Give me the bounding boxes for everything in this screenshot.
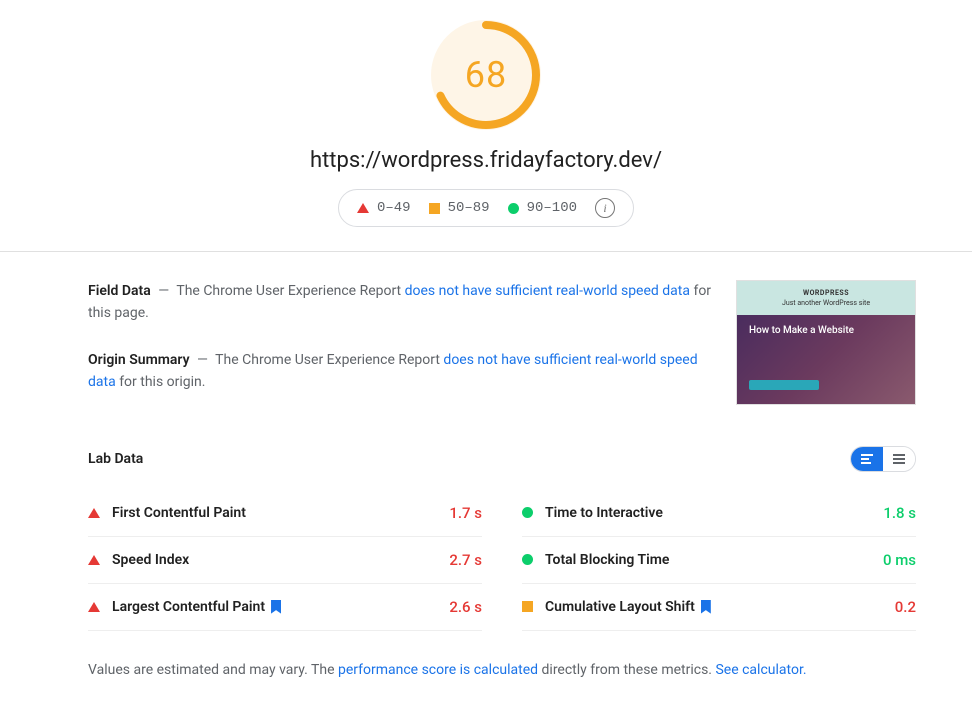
footnote-link-calc[interactable]: performance score is calculated xyxy=(338,662,538,678)
metric-value: 1.7 s xyxy=(449,504,482,522)
field-data-block: Field Data — The Chrome User Experience … xyxy=(88,280,712,325)
metric-row[interactable]: Cumulative Layout Shift 0.2 xyxy=(522,584,916,631)
metric-row[interactable]: Total Blocking Time 0 ms xyxy=(522,537,916,584)
metric-row[interactable]: Time to Interactive 1.8 s xyxy=(522,490,916,537)
thumb-tagline: Just another WordPress site xyxy=(782,299,870,307)
field-data-pre: The Chrome User Experience Report xyxy=(176,283,404,299)
metric-name: First Contentful Paint xyxy=(112,505,437,521)
lab-data-title: Lab Data xyxy=(88,451,143,467)
legend-red: 0–49 xyxy=(357,200,411,216)
bookmark-icon xyxy=(271,600,281,614)
score-header: 68 https://wordpress.fridayfactory.dev/ … xyxy=(0,0,972,252)
circle-green-icon xyxy=(508,203,519,214)
footnote: Values are estimated and may vary. The p… xyxy=(36,651,936,701)
metric-name: Speed Index xyxy=(112,552,437,568)
score-value: 68 xyxy=(431,20,541,130)
view-toggle xyxy=(850,446,916,472)
metric-value: 1.8 s xyxy=(883,504,916,522)
metric-name: Cumulative Layout Shift xyxy=(545,599,883,615)
square-orange-icon xyxy=(429,203,440,214)
view-toggle-list[interactable] xyxy=(883,447,915,471)
origin-summary-block: Origin Summary — The Chrome User Experie… xyxy=(88,349,712,394)
legend-green: 90–100 xyxy=(508,200,577,216)
origin-summary-pre: The Chrome User Experience Report xyxy=(215,352,443,368)
square-orange-icon xyxy=(522,601,533,612)
origin-summary-post: for this origin. xyxy=(116,374,206,390)
metric-name: Time to Interactive xyxy=(545,505,871,521)
thumb-cta-button xyxy=(749,380,819,390)
field-data-link[interactable]: does not have sufficient real-world spee… xyxy=(405,283,690,299)
view-toggle-detail[interactable] xyxy=(851,447,883,471)
metric-value: 0.2 xyxy=(895,598,916,616)
info-icon[interactable]: i xyxy=(595,198,615,218)
metric-name: Total Blocking Time xyxy=(545,552,871,568)
bars-varied-icon xyxy=(861,454,873,464)
legend-red-label: 0–49 xyxy=(377,200,411,216)
metric-row[interactable]: First Contentful Paint 1.7 s xyxy=(88,490,482,537)
score-legend: 0–49 50–89 90–100 i xyxy=(338,189,634,227)
triangle-red-icon xyxy=(357,203,369,213)
triangle-red-icon xyxy=(88,602,100,612)
page-thumbnail: WORDPRESS Just another WordPress site Ho… xyxy=(736,280,916,405)
legend-green-label: 90–100 xyxy=(527,200,577,216)
circle-green-icon xyxy=(522,507,533,518)
legend-orange-label: 50–89 xyxy=(448,200,490,216)
metric-row[interactable]: Speed Index 2.7 s xyxy=(88,537,482,584)
metric-name: Largest Contentful Paint xyxy=(112,599,437,615)
legend-orange: 50–89 xyxy=(429,200,490,216)
metric-value: 2.7 s xyxy=(449,551,482,569)
bars-even-icon xyxy=(893,454,905,464)
circle-green-icon xyxy=(522,554,533,565)
footnote-link-see[interactable]: See calculator. xyxy=(715,662,806,678)
score-gauge: 68 xyxy=(431,20,541,130)
origin-summary-title: Origin Summary xyxy=(88,352,190,368)
thumb-logo: WORDPRESS xyxy=(803,289,849,297)
field-data-title: Field Data xyxy=(88,283,151,299)
tested-url: https://wordpress.fridayfactory.dev/ xyxy=(0,148,972,173)
thumb-hero-title: How to Make a Website xyxy=(749,325,903,336)
footnote-pre: Values are estimated and may vary. The xyxy=(88,662,338,678)
metric-row[interactable]: Largest Contentful Paint 2.6 s xyxy=(88,584,482,631)
bookmark-icon xyxy=(701,600,711,614)
metric-value: 2.6 s xyxy=(449,598,482,616)
footnote-mid: directly from these metrics. xyxy=(538,662,715,678)
triangle-red-icon xyxy=(88,508,100,518)
metric-value: 0 ms xyxy=(883,551,916,569)
triangle-red-icon xyxy=(88,555,100,565)
